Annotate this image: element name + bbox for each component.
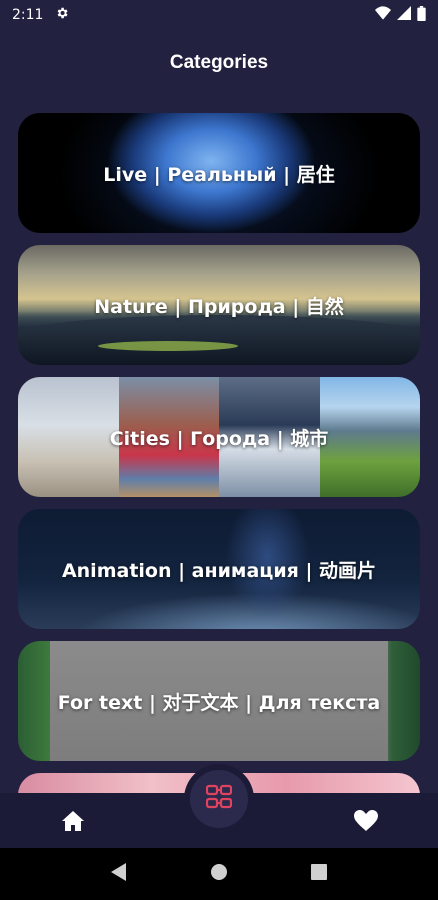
category-card-animation[interactable]: Animation | анимация | 动画片 bbox=[18, 509, 420, 629]
page-title: Categories bbox=[169, 52, 269, 73]
system-navigation-bar bbox=[0, 848, 438, 900]
heart-icon[interactable] bbox=[354, 810, 378, 832]
category-label: Cities | Города | 城市 bbox=[109, 427, 329, 450]
signal-icon bbox=[397, 6, 411, 24]
settings-gear-icon bbox=[55, 6, 69, 24]
category-card-cities[interactable]: Cities | Города | 城市 bbox=[18, 377, 420, 497]
recents-icon[interactable] bbox=[310, 864, 327, 884]
status-time: 2:11 bbox=[12, 7, 44, 23]
back-icon[interactable] bbox=[111, 863, 127, 885]
wifi-icon bbox=[375, 6, 391, 24]
battery-icon bbox=[417, 5, 426, 25]
category-label: Animation | анимация | 动画片 bbox=[61, 559, 377, 582]
categories-button[interactable] bbox=[190, 770, 248, 828]
home-icon[interactable] bbox=[61, 810, 85, 832]
category-card-nature[interactable]: Nature | Природа | 自然 bbox=[18, 245, 420, 365]
categories-icon bbox=[205, 784, 233, 814]
home-circle-icon[interactable] bbox=[210, 863, 228, 885]
category-label: Live | Реальный | 居住 bbox=[103, 163, 335, 186]
category-label: Nature | Природа | 自然 bbox=[94, 295, 344, 318]
category-card-for-text[interactable]: For text | 对于文本 | Для текста bbox=[18, 641, 420, 761]
category-card-live[interactable]: Live | Реальный | 居住 bbox=[18, 113, 420, 233]
status-bar: 2:11 bbox=[0, 0, 438, 30]
category-label: For text | 对于文本 | Для текста bbox=[57, 691, 381, 714]
